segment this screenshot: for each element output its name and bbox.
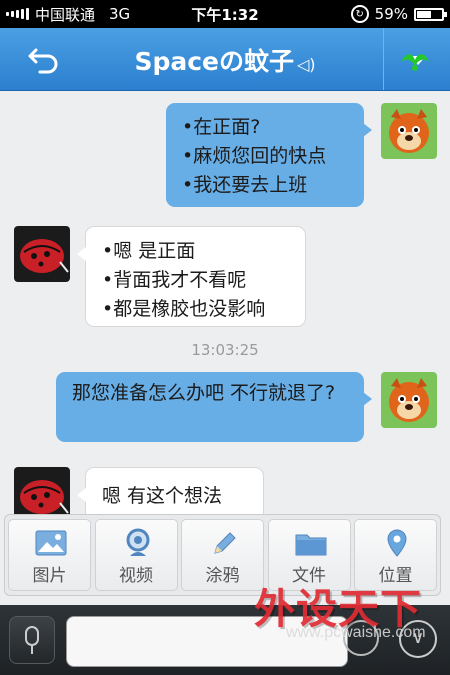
message-line: •麻烦您回的快点 xyxy=(182,145,327,167)
razer-logo-icon xyxy=(401,54,429,71)
back-button[interactable] xyxy=(26,44,66,74)
squirrel-avatar-icon xyxy=(381,372,437,428)
chat-title: Spaceの蚊子 ◁) xyxy=(70,42,380,78)
chat-header: Spaceの蚊子 ◁) xyxy=(0,28,450,91)
squirrel-avatar-icon xyxy=(381,103,437,159)
folder-icon xyxy=(295,534,326,556)
incoming-message-bubble[interactable]: •嗯 是正面 •背面我才不看呢 •都是橡胶也没影响 xyxy=(77,226,306,327)
ladybug-avatar-icon xyxy=(14,467,70,515)
doodle-button[interactable]: 涂鸦 xyxy=(181,519,264,591)
image-icon xyxy=(35,530,67,556)
contact-avatar[interactable] xyxy=(14,467,70,515)
carrier-name: 中国联通 xyxy=(35,5,96,24)
microphone-stand xyxy=(31,646,33,654)
watermark-url: www.pcwaishe.com xyxy=(286,624,426,641)
microphone-icon xyxy=(25,626,39,646)
voice-input-button[interactable] xyxy=(9,616,55,664)
message-line: 嗯 有这个想法 xyxy=(102,485,223,507)
outgoing-message-bubble[interactable]: 那您准备怎么办吧 不行就退了? xyxy=(56,372,372,442)
outgoing-message-bubble[interactable]: •在正面? •麻烦您回的快点 •我还要去上班 xyxy=(166,103,372,207)
message-line: •嗯 是正面 xyxy=(102,240,196,262)
back-arrow-icon xyxy=(28,48,58,74)
message-line: •在正面? xyxy=(182,116,261,138)
message-line: 那您准备怎么办吧 不行就退了? xyxy=(72,382,336,404)
message-timestamp: 13:03:25 xyxy=(191,341,259,359)
location-pin-icon xyxy=(387,529,407,557)
doodle-label: 涂鸦 xyxy=(205,566,240,586)
status-bar: 中国联通 3G 下午1:32 ↻ 59% xyxy=(0,0,450,28)
video-icon xyxy=(126,528,149,556)
message-line: •我还要去上班 xyxy=(182,174,308,196)
speaker-icon: ◁) xyxy=(297,55,316,74)
rotation-lock-icon: ↻ xyxy=(350,5,369,23)
battery-percent: 59% xyxy=(374,5,408,23)
network-type: 3G xyxy=(109,5,131,23)
my-avatar[interactable] xyxy=(381,103,437,159)
video-label: 视频 xyxy=(119,566,153,586)
contact-avatar[interactable] xyxy=(14,226,70,282)
incoming-message-bubble[interactable]: 嗯 有这个想法 xyxy=(77,467,264,515)
picture-button[interactable]: 图片 xyxy=(8,519,91,591)
picture-label: 图片 xyxy=(32,566,67,586)
message-line: •都是橡胶也没影响 xyxy=(102,298,266,320)
signal-strength-icon xyxy=(6,8,29,20)
video-button[interactable]: 视频 xyxy=(94,519,178,591)
battery-icon xyxy=(414,7,447,21)
chat-message-list[interactable]: •在正面? •麻烦您回的快点 •我还要去上班 •嗯 是正面 •背面我才不看呢 •… xyxy=(0,91,450,515)
contact-name: Spaceの蚊子 xyxy=(134,47,294,76)
my-avatar[interactable] xyxy=(381,372,437,428)
pencil-icon xyxy=(214,532,236,554)
message-line: •背面我才不看呢 xyxy=(102,269,247,291)
ladybug-avatar-icon xyxy=(14,226,70,282)
